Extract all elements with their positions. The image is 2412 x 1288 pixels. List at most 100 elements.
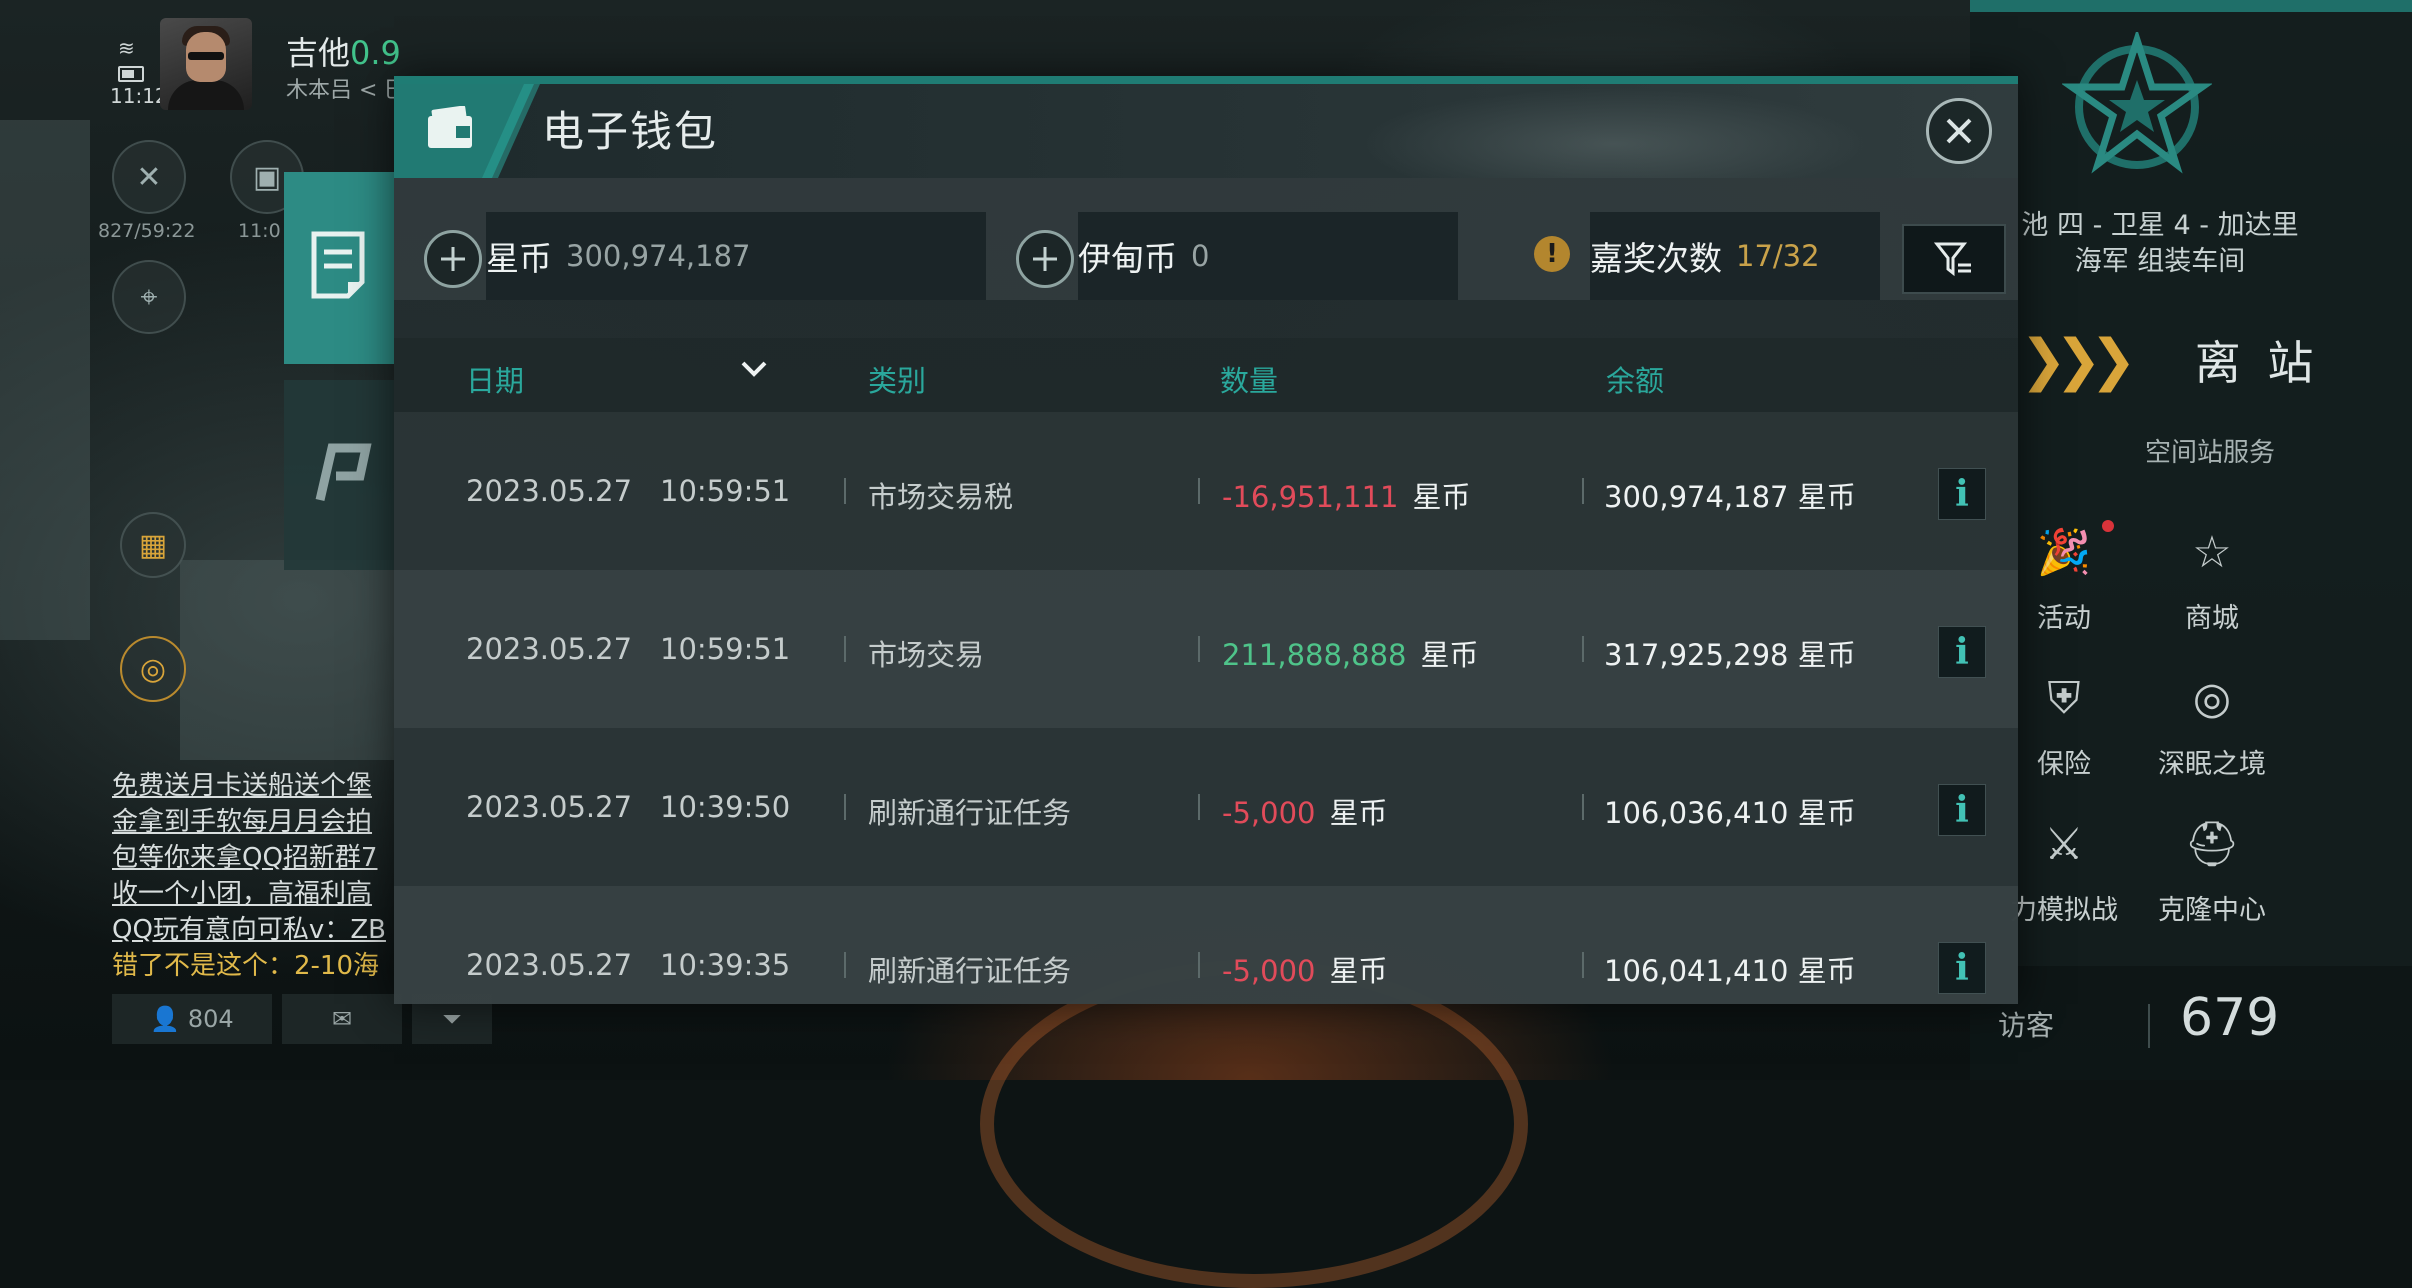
plus-icon — [1033, 247, 1057, 271]
chat-log[interactable]: 免费送月卡送船送个堡 金拿到手软每月月会拍 包等你来拿QQ招新群7 收一个小团，… — [112, 768, 402, 984]
plus-icon — [441, 247, 465, 271]
row-amount: -5,000 星币 — [1222, 954, 1388, 988]
gift-icon[interactable]: ▦ — [120, 512, 186, 578]
security-status: 0.9 — [350, 34, 401, 72]
info-button[interactable]: i — [1938, 942, 1986, 994]
local-count-button[interactable]: 👤 804 — [112, 994, 272, 1044]
undock-chevron-icon: ❯❯❯ — [2020, 327, 2137, 393]
column-category[interactable]: 类别 — [868, 358, 926, 400]
service-store[interactable]: ☆ 商城 — [2132, 520, 2292, 635]
close-icon — [1946, 118, 1972, 144]
service-clone-center[interactable]: ⛑ 克隆中心 — [2132, 812, 2292, 927]
battery-icon — [118, 66, 144, 82]
player-name: 吉他0.9 — [286, 34, 401, 72]
service-deep-sleep[interactable]: ◎ 深眠之境 — [2132, 666, 2292, 781]
column-balance[interactable]: 余额 — [1606, 358, 1664, 400]
person-icon: 👤 — [150, 1005, 188, 1033]
deep-sleep-icon: ◎ — [2192, 672, 2232, 724]
row-category: 刷新通行证任务 — [868, 954, 1072, 988]
currency-isk: 星币 300,974,187 — [486, 212, 986, 300]
row-amount: -16,951,111 星币 — [1222, 480, 1471, 514]
add-eden-button[interactable] — [1016, 230, 1074, 288]
row-time: 10:59:51 — [660, 474, 791, 508]
coords-readout: 827/59:22 — [98, 220, 196, 242]
divider — [2148, 1004, 2150, 1048]
station-structure — [180, 560, 400, 760]
chat-line: 免费送月卡送船送个堡 — [112, 771, 373, 801]
party-popper-icon: 🎉 — [2036, 527, 2092, 578]
chat-line: 金拿到手软每月月会拍 — [112, 807, 373, 837]
dialog-top-accent — [394, 76, 2018, 84]
undock-button[interactable]: ❯❯❯ 离 站 — [2010, 318, 2412, 402]
target-icon[interactable]: ◎ — [120, 636, 186, 702]
location-pin-icon[interactable]: ⌖ — [112, 260, 186, 334]
commendation-count: 嘉奖次数 17/32 — [1590, 212, 1880, 300]
table-row[interactable]: 2023.05.27 10:39:35 刷新通行证任务 -5,000 星币 106… — [394, 886, 2018, 1004]
currency-name: 嘉奖次数 — [1590, 239, 1722, 278]
dialog-title: 电子钱包 — [542, 107, 719, 156]
warning-icon[interactable]: ! — [1534, 236, 1570, 272]
row-time: 10:59:51 — [660, 632, 791, 666]
tab-wallet-log[interactable] — [284, 172, 394, 364]
currency-eden: 伊甸币 0 — [1078, 212, 1458, 300]
row-balance: 317,925,298 星币 — [1604, 638, 1856, 672]
row-balance: 106,041,410 星币 — [1604, 954, 1856, 988]
divider — [1582, 794, 1584, 820]
row-balance: 300,974,187 星币 — [1604, 480, 1856, 514]
divider — [844, 794, 846, 820]
column-amount[interactable]: 数量 — [1220, 358, 1278, 400]
divider — [1198, 794, 1200, 820]
route-icon[interactable]: ✕ — [112, 140, 186, 214]
add-isk-button[interactable] — [424, 230, 482, 288]
clone-center-icon: ⛑ — [2184, 819, 2240, 870]
store-icon: ☆ — [2192, 526, 2232, 578]
mail-button[interactable]: ✉ — [282, 994, 402, 1044]
chat-line: 收一个小团，高福利高 — [112, 879, 373, 909]
currency-name: 伊甸币 — [1078, 239, 1177, 278]
clock: 11:12 — [110, 84, 168, 108]
notification-dot — [2102, 520, 2114, 532]
divider — [844, 952, 846, 978]
table-row[interactable]: 2023.05.27 10:59:51 市场交易税 -16,951,111 星币 … — [394, 412, 2018, 570]
chevron-down-icon[interactable] — [740, 356, 768, 386]
currency-value: 17/32 — [1736, 239, 1820, 273]
visitor-label: 访客 — [1998, 1009, 2055, 1042]
table-row[interactable]: 2023.05.27 10:59:51 市场交易 211,888,888 星币 3… — [394, 570, 2018, 728]
simulation-icon: ⚔ — [2044, 818, 2084, 870]
divider — [1582, 952, 1584, 978]
tab-plex[interactable] — [284, 380, 394, 570]
row-time: 10:39:50 — [660, 790, 791, 824]
currency-name: 星币 — [486, 239, 552, 278]
wifi-icon: ≋ — [118, 36, 135, 60]
table-row[interactable]: 2023.05.27 10:39:50 刷新通行证任务 -5,000 星币 106… — [394, 728, 2018, 886]
insurance-icon: ⛨ — [2047, 672, 2081, 724]
wallet-dialog: 电子钱包 星币 300,974,187 伊甸币 0 ! 嘉奖次数 17/32 日… — [394, 76, 2018, 1004]
divider — [1198, 636, 1200, 662]
row-amount: 211,888,888 星币 — [1222, 638, 1479, 672]
station-structure — [0, 120, 90, 640]
row-date: 2023.05.27 — [466, 948, 633, 982]
divider — [1582, 636, 1584, 662]
filter-icon — [1934, 242, 1971, 277]
info-button[interactable]: i — [1938, 626, 1986, 678]
currency-value: 0 — [1191, 239, 1210, 273]
mail-icon: ✉ — [331, 1005, 353, 1033]
close-button[interactable] — [1926, 98, 1992, 164]
visitor-count: 679 — [2180, 988, 2280, 1048]
filter-button[interactable] — [1902, 224, 2006, 294]
column-date[interactable]: 日期 — [466, 358, 524, 400]
info-button[interactable]: i — [1938, 784, 1986, 836]
row-date: 2023.05.27 — [466, 790, 633, 824]
divider — [844, 478, 846, 504]
row-balance: 106,036,410 星币 — [1604, 796, 1856, 830]
info-button[interactable]: i — [1938, 468, 1986, 520]
row-date: 2023.05.27 — [466, 632, 633, 666]
avatar[interactable] — [160, 18, 252, 110]
document-icon — [311, 231, 365, 299]
station-location: 池 四 - 卫星 4 - 加达里 海军 组装车间 — [2021, 210, 2299, 277]
chat-line: 错了不是这个：2-10海 — [112, 951, 380, 981]
row-category: 市场交易税 — [868, 480, 1014, 514]
row-category: 市场交易 — [868, 638, 985, 672]
row-category: 刷新通行证任务 — [868, 796, 1072, 830]
filter-icon: ⏷ — [442, 1005, 462, 1033]
